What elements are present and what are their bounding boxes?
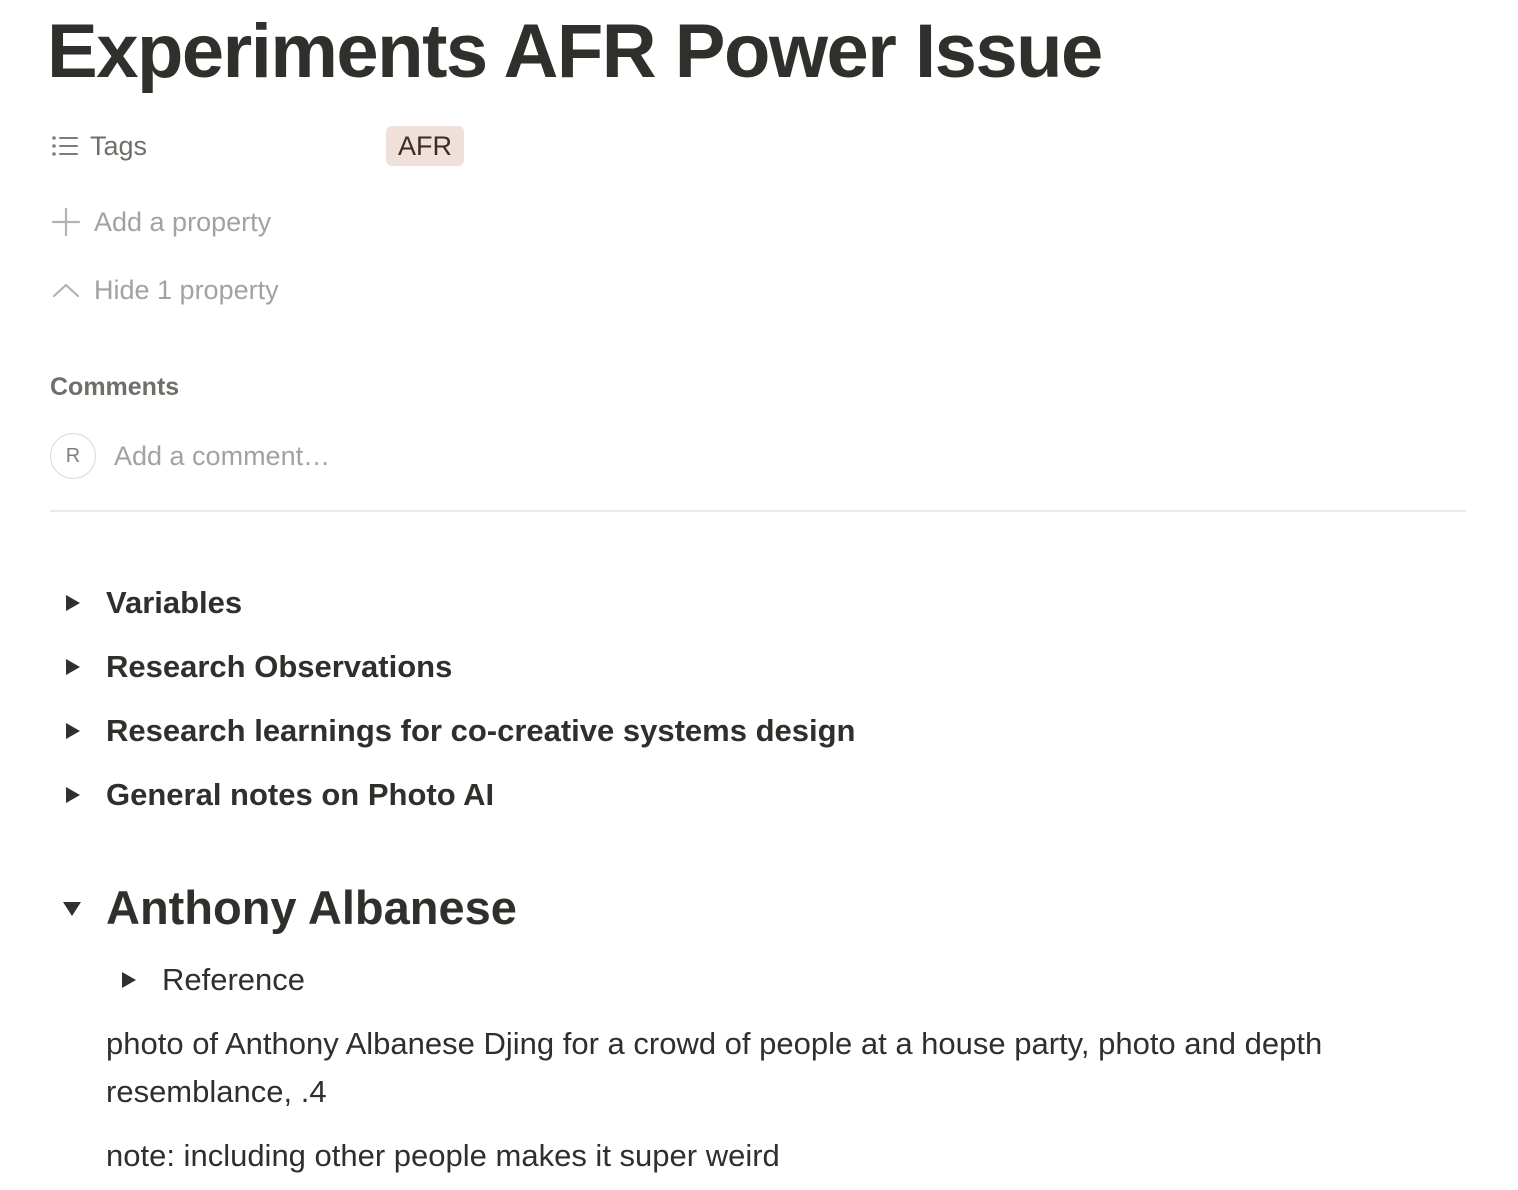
triangle-right-icon[interactable] (50, 581, 94, 625)
comment-input[interactable] (114, 440, 714, 472)
triangle-right-icon[interactable] (50, 773, 94, 817)
toggle-label: Research learnings for co-creative syste… (106, 713, 856, 748)
toggle-general-notes[interactable]: General notes on Photo AI (50, 773, 494, 817)
add-property-button[interactable]: Add a property (50, 202, 271, 242)
toggle-label: Reference (162, 962, 306, 997)
toggle-research-learnings[interactable]: Research learnings for co-creative syste… (50, 709, 856, 753)
text-block[interactable]: note: including other people makes it su… (106, 1132, 1436, 1180)
tags-label: Tags (90, 130, 148, 161)
triangle-right-icon[interactable] (106, 958, 150, 1002)
toggle-reference[interactable]: Reference (106, 958, 305, 1002)
toggle-label: Variables (106, 585, 243, 620)
hide-property-label: Hide 1 property (94, 274, 279, 305)
toggle-label: Research Observations (106, 649, 453, 684)
text-block[interactable]: photo of Anthony Albanese Djing for a cr… (106, 1020, 1436, 1116)
triangle-right-icon[interactable] (50, 645, 94, 689)
toggle-heading-anthony-albanese[interactable]: Anthony Albanese (50, 880, 517, 935)
toggle-variables[interactable]: Variables (50, 581, 242, 625)
page: Experiments AFR Power Issue Tags AFR Add… (0, 0, 1518, 1190)
comments-heading: Comments (50, 373, 180, 401)
list-icon (50, 131, 80, 161)
triangle-right-icon[interactable] (50, 709, 94, 753)
comment-composer[interactable]: R (50, 432, 714, 480)
toggle-research-observations[interactable]: Research Observations (50, 645, 452, 689)
plus-icon (50, 206, 82, 238)
tags-property-name[interactable]: Tags (50, 131, 386, 162)
chevron-up-icon (50, 274, 82, 306)
tag-afr[interactable]: AFR (386, 126, 464, 166)
toggle-label: General notes on Photo AI (106, 777, 495, 812)
hide-property-button[interactable]: Hide 1 property (50, 270, 279, 310)
tags-property-row[interactable]: Tags AFR (50, 126, 464, 166)
triangle-down-icon[interactable] (50, 886, 94, 930)
page-title[interactable]: Experiments AFR Power Issue (47, 6, 1103, 98)
divider (50, 510, 1466, 512)
avatar: R (50, 433, 96, 479)
section-heading[interactable]: Anthony Albanese (106, 880, 517, 935)
add-property-label: Add a property (94, 206, 272, 237)
